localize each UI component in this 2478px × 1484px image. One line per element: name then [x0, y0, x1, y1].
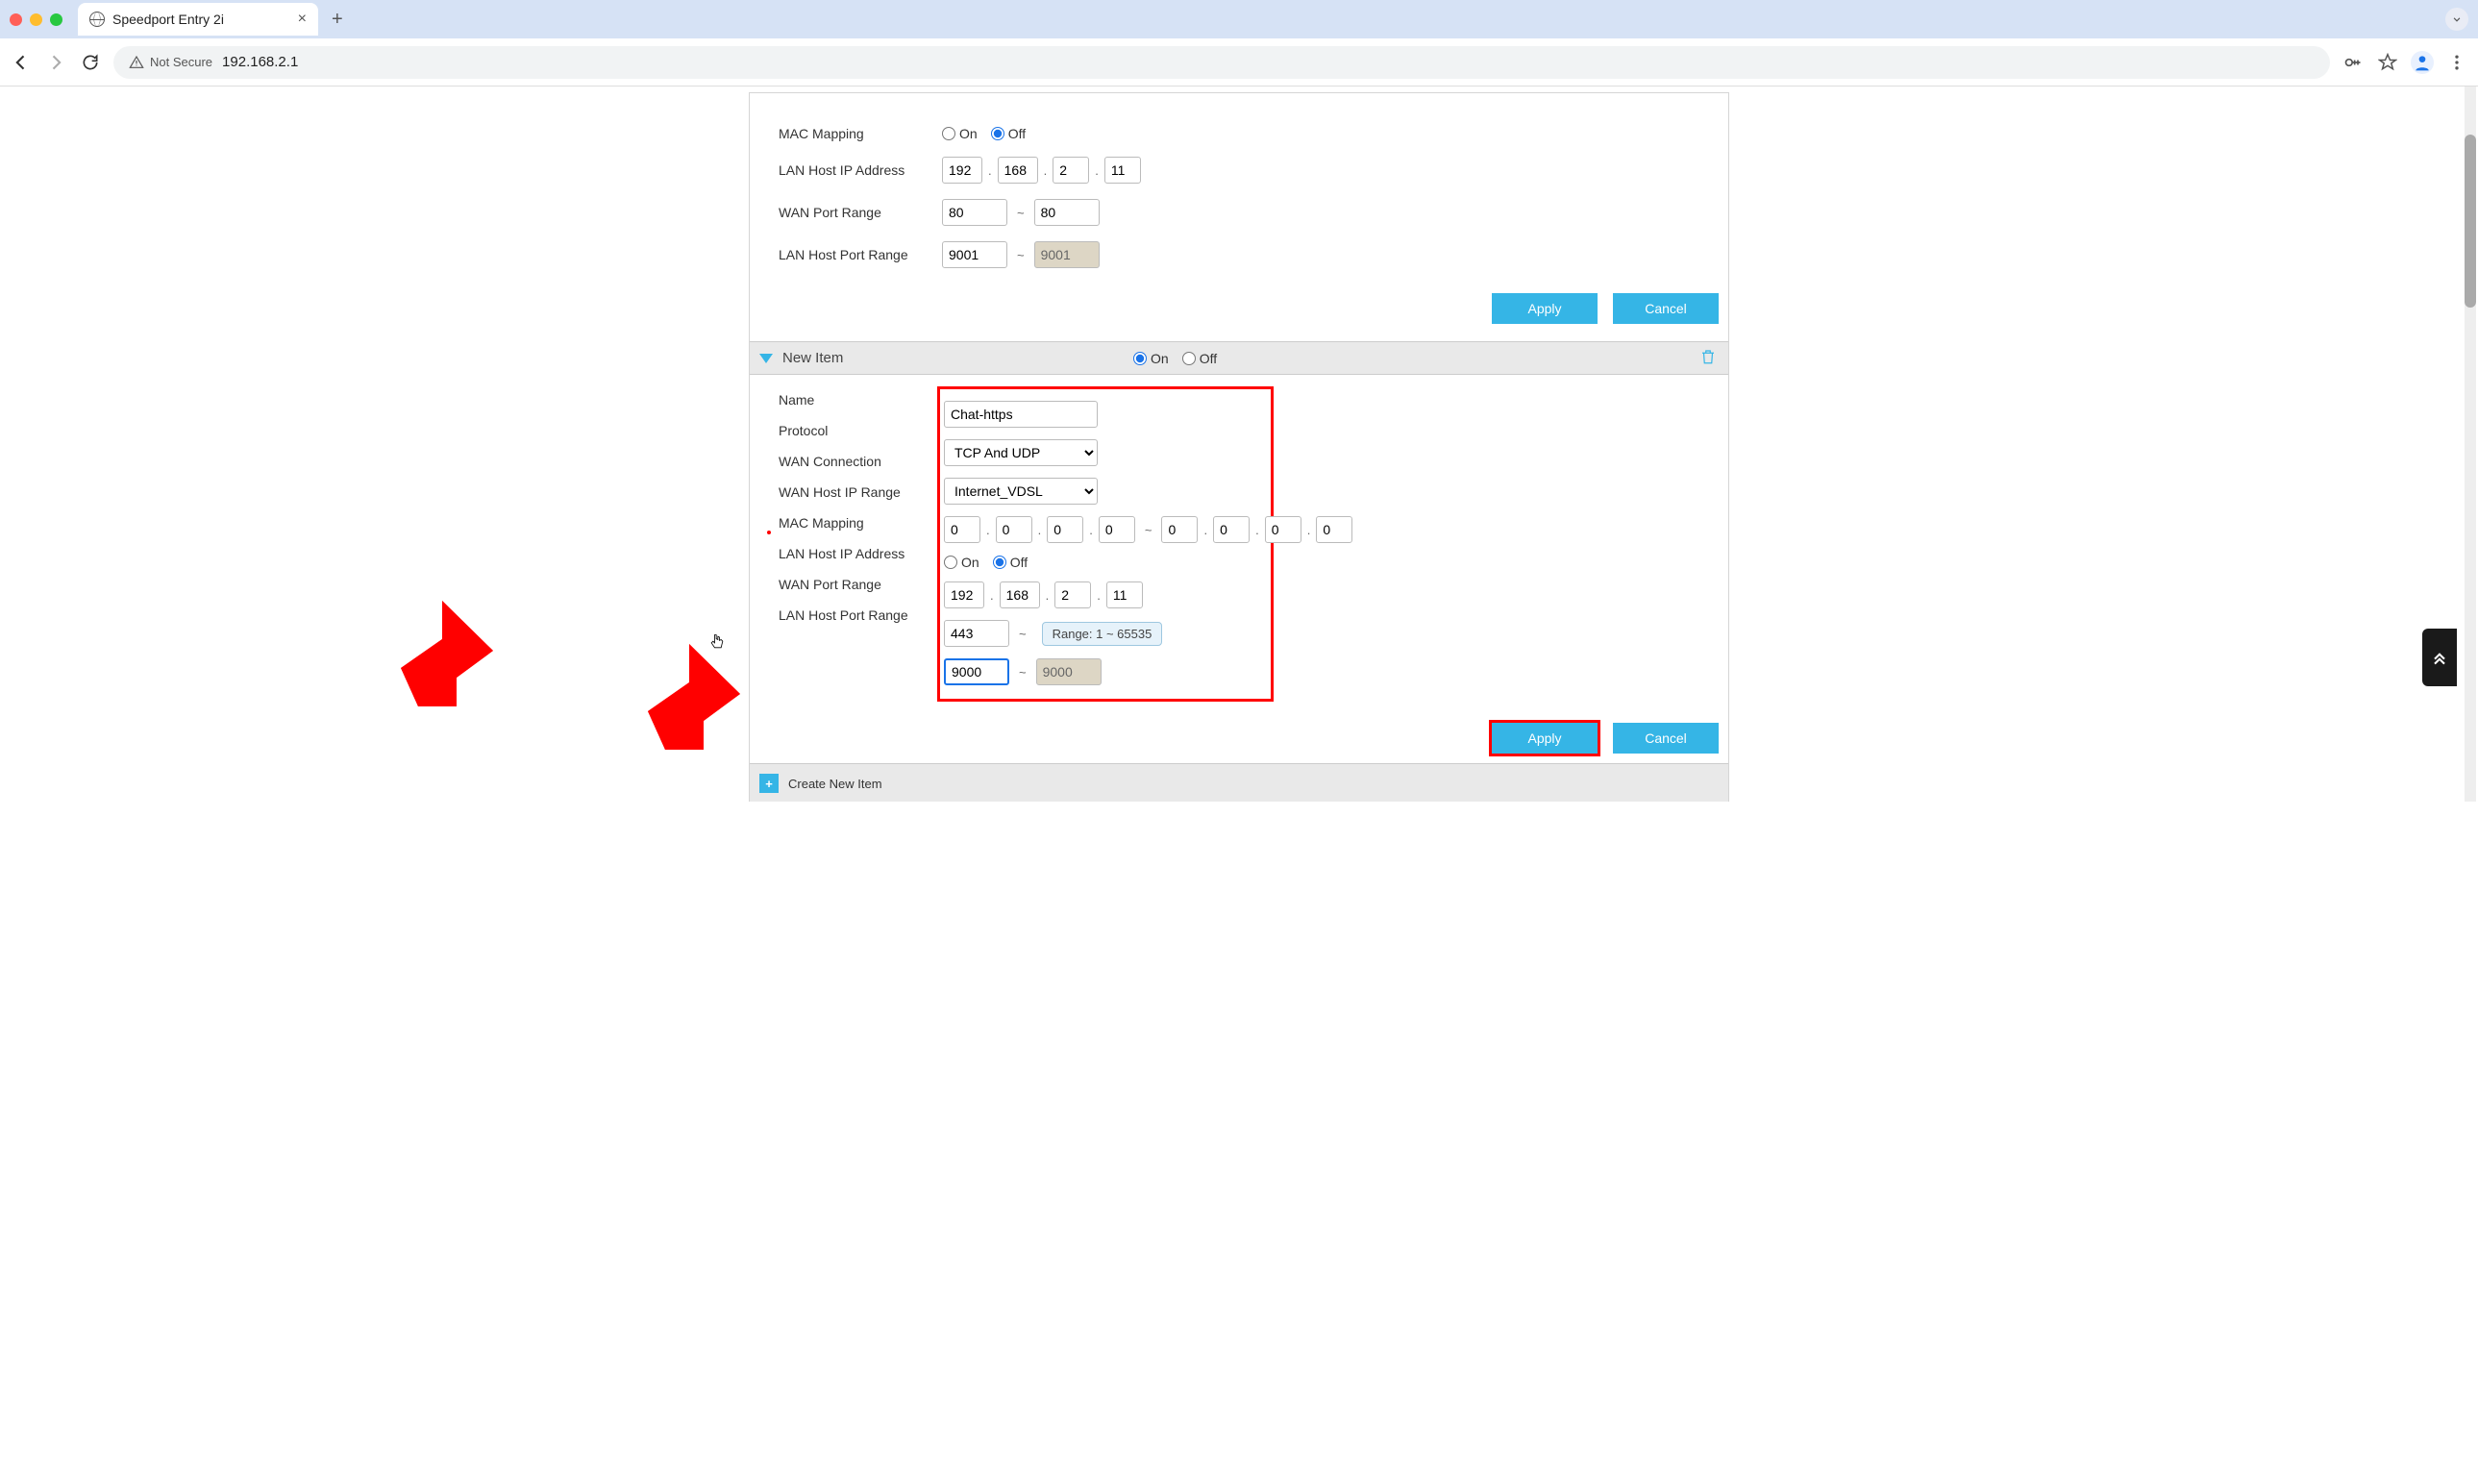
cancel-button-2[interactable]: Cancel: [1613, 723, 1719, 754]
browser-tab[interactable]: Speedport Entry 2i ×: [78, 3, 318, 36]
lan-port-start-1[interactable]: [942, 241, 1007, 268]
create-new-item-label[interactable]: Create New Item: [788, 777, 882, 791]
lan-port-end-2: [1036, 658, 1102, 685]
item-off-radio[interactable]: Off: [1182, 351, 1217, 366]
lan-ip1-o2[interactable]: [998, 157, 1038, 184]
wan-port-start-1[interactable]: [942, 199, 1007, 226]
wan-connection-label: WAN Connection: [750, 454, 937, 469]
forward-button[interactable]: [44, 51, 67, 74]
wan-ip-start-o4[interactable]: [1099, 516, 1135, 543]
lan-ip2-o2[interactable]: [1000, 581, 1040, 608]
port-range-tooltip: Range: 1 ~ 65535: [1042, 622, 1163, 646]
name-label: Name: [750, 392, 937, 408]
browser-chrome: Speedport Entry 2i × + Not Secure 192.16…: [0, 0, 2478, 87]
warning-icon: [129, 55, 144, 70]
mac-mapping-radio-group-1: On Off: [942, 126, 1728, 141]
wan-ip-start-o1[interactable]: [944, 516, 980, 543]
wan-port-label-1: WAN Port Range: [750, 205, 942, 220]
wan-connection-select[interactable]: Internet_VDSL: [944, 478, 1098, 505]
tab-title: Speedport Entry 2i: [112, 12, 290, 27]
profile-button[interactable]: [2411, 51, 2434, 74]
mac-on-radio-1[interactable]: On: [942, 126, 978, 141]
lan-ip2-o3[interactable]: [1054, 581, 1091, 608]
cancel-button-1[interactable]: Cancel: [1613, 293, 1719, 324]
apply-button-2[interactable]: Apply: [1492, 723, 1598, 754]
lan-host-ip-label-2: LAN Host IP Address: [750, 546, 937, 561]
lan-port-end-1: [1034, 241, 1100, 268]
wan-ip-end-o2[interactable]: [1213, 516, 1250, 543]
content-viewport: x MAC Mapping On Off LAN Host IP Address: [0, 87, 2478, 802]
section-title: New Item: [782, 350, 843, 366]
lan-ip1-o1[interactable]: [942, 157, 982, 184]
wan-ip-start-o3[interactable]: [1047, 516, 1083, 543]
plus-icon[interactable]: +: [759, 774, 779, 793]
security-indicator[interactable]: Not Secure: [129, 55, 212, 70]
wan-host-ip-range-label: WAN Host IP Range: [750, 484, 937, 500]
url-text: 192.168.2.1: [222, 54, 298, 70]
address-bar[interactable]: Not Secure 192.168.2.1: [113, 46, 2330, 79]
mac-on-radio-2[interactable]: On: [944, 555, 979, 570]
kebab-menu-button[interactable]: [2445, 51, 2468, 74]
collapse-triangle-icon[interactable]: [759, 354, 773, 363]
wan-port-end-1[interactable]: [1034, 199, 1100, 226]
protocol-select[interactable]: TCP And UDP: [944, 439, 1098, 466]
back-button[interactable]: [10, 51, 33, 74]
lan-ip2-o4[interactable]: [1106, 581, 1143, 608]
close-window-button[interactable]: [10, 13, 22, 26]
lan-ip1-o4[interactable]: [1104, 157, 1141, 184]
wan-port-label-2: WAN Port Range: [750, 577, 937, 592]
tabs-dropdown-button[interactable]: [2445, 8, 2468, 31]
lan-port-start-2[interactable]: [944, 658, 1009, 685]
globe-icon: [89, 12, 105, 27]
bookmark-star-icon[interactable]: [2376, 51, 2399, 74]
wan-ip-end-o4[interactable]: [1316, 516, 1352, 543]
lan-ip2-o1[interactable]: [944, 581, 984, 608]
new-item-header[interactable]: New Item On Off: [750, 341, 1728, 375]
close-tab-icon[interactable]: ×: [298, 11, 307, 28]
protocol-label: Protocol: [750, 423, 937, 438]
password-key-icon[interactable]: [2342, 51, 2365, 74]
highlight-box-annotation: TCP And UDP Internet_VDSL . . .: [937, 386, 1274, 702]
mac-mapping-label-2: MAC Mapping: [750, 515, 937, 531]
lan-host-ip-label-1: LAN Host IP Address: [750, 162, 942, 178]
wan-ip-end-o3[interactable]: [1265, 516, 1301, 543]
scrollbar-thumb[interactable]: [2465, 135, 2476, 308]
lan-ip1-o3[interactable]: [1053, 157, 1089, 184]
item-enable-radio-group: On Off: [1133, 351, 1217, 366]
wan-ip-end-o1[interactable]: [1161, 516, 1198, 543]
mac-off-radio-1[interactable]: Off: [991, 126, 1026, 141]
maximize-window-button[interactable]: [50, 13, 62, 26]
lan-port-label-1: LAN Host Port Range: [750, 247, 942, 262]
wan-ip-start-o2[interactable]: [996, 516, 1032, 543]
minimize-window-button[interactable]: [30, 13, 42, 26]
name-input[interactable]: [944, 401, 1098, 428]
create-new-item-row: + Create New Item: [750, 763, 1728, 802]
mac-off-radio-2[interactable]: Off: [993, 555, 1028, 570]
red-dot-annotation: [767, 531, 771, 534]
wan-port-start-2[interactable]: [944, 620, 1009, 647]
mac-mapping-label: MAC Mapping: [750, 126, 942, 141]
reload-button[interactable]: [79, 51, 102, 74]
window-controls: [10, 13, 62, 26]
delete-item-button[interactable]: [1699, 348, 1717, 368]
new-tab-button[interactable]: +: [332, 9, 343, 31]
scroll-to-top-button[interactable]: [2422, 629, 2457, 686]
apply-button-1[interactable]: Apply: [1492, 293, 1598, 324]
item-on-radio[interactable]: On: [1133, 351, 1169, 366]
lan-port-label-2: LAN Host Port Range: [750, 607, 937, 623]
